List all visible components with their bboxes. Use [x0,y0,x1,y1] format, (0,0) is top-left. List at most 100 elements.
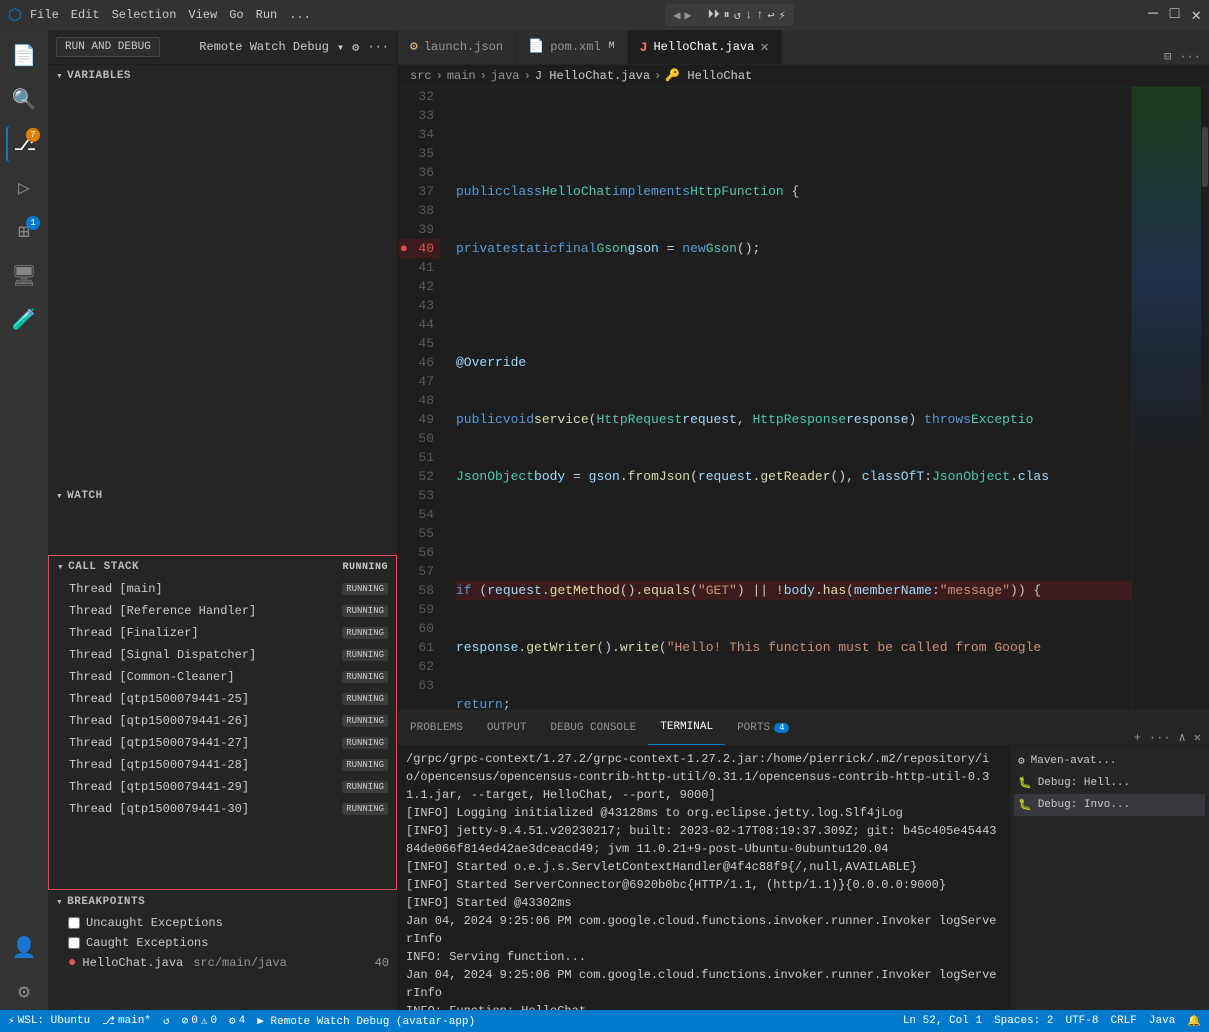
tab-pom-xml[interactable]: 📄 pom.xml M [516,30,628,64]
activity-run-debug[interactable]: ▷ [6,170,42,206]
panel-right-debug-invo[interactable]: 🐛 Debug: Invo... [1014,794,1205,816]
code-editor[interactable]: 32 33 34 35 36 37 38 39 ●40 41 42 43 44 … [398,87,1209,710]
status-sync[interactable]: ↺ [163,1014,170,1028]
status-language[interactable]: Java [1149,1015,1175,1027]
panel-more-icon[interactable]: ··· [1149,731,1171,745]
menu-view[interactable]: View [188,8,217,22]
panel-right-maven[interactable]: ⚙ Maven-avat... [1014,750,1205,772]
activity-remote-explorer[interactable]: 🖥 [6,258,42,294]
watch-header[interactable]: ▾ WATCH [48,485,397,507]
thread-main[interactable]: Thread [main] RUNNING [49,578,396,600]
debug-step-out-btn[interactable]: ↩ [767,8,774,23]
menu-more[interactable]: ... [289,8,311,22]
settings-gear[interactable]: ⚙ [352,40,359,55]
status-errors[interactable]: ⊘ 0 ⚠ 0 [182,1014,217,1028]
ln-38: 38 [398,201,440,220]
status-remote-debug[interactable]: ▶ Remote Watch Debug (avatar-app) [257,1014,475,1028]
bp-caught[interactable]: Caught Exceptions [48,933,397,953]
status-notifications[interactable]: 🔔 [1187,1014,1201,1028]
panel-tab-terminal[interactable]: TERMINAL [648,710,725,745]
window-controls: ─ □ ✕ [1148,5,1201,25]
activity-settings[interactable]: ⚙ [6,974,42,1010]
activity-testing[interactable]: 🧪 [6,302,42,338]
debug-invo-icon: 🐛 [1018,798,1032,812]
ln-44: 44 [398,315,440,334]
activity-search[interactable]: 🔍 [6,82,42,118]
code-line-37: public void service(HttpRequest request,… [456,410,1131,429]
panel-tab-problems[interactable]: PROBLEMS [398,710,475,745]
minimize-btn[interactable]: ─ [1148,5,1158,25]
config-dropdown[interactable]: ▾ [337,40,344,55]
more-tabs-icon[interactable]: ··· [1179,50,1201,64]
status-encoding[interactable]: UTF-8 [1065,1015,1098,1027]
status-spaces[interactable]: Spaces: 2 [994,1015,1053,1027]
variables-header[interactable]: ▾ VARIABLES [48,65,397,87]
thread-qtp-28[interactable]: Thread [qtp1500079441-28] RUNNING [49,754,396,776]
run-debug-button[interactable]: RUN AND DEBUG [56,37,160,57]
panel-right-debug-hell[interactable]: 🐛 Debug: Hell... [1014,772,1205,794]
status-eol[interactable]: CRLF [1110,1015,1136,1027]
debug-hot-reload-btn[interactable]: ⚡ [779,8,786,23]
ln-53: 53 [398,486,440,505]
terminal-line-7: Jan 04, 2024 9:25:06 PM com.google.cloud… [406,912,1001,948]
tab-hellochat-java[interactable]: J HelloChat.java ✕ [628,30,782,64]
thread-common-cleaner[interactable]: Thread [Common-Cleaner] RUNNING [49,666,396,688]
thread-qtp-29[interactable]: Thread [qtp1500079441-29] RUNNING [49,776,396,798]
scrollbar-thumb [1202,127,1208,187]
activity-source-control[interactable]: ⎇ 7 [6,126,42,162]
activity-account[interactable]: 👤 [6,930,42,966]
status-debug[interactable]: ⚙ 4 [229,1014,245,1028]
bp-hellochat[interactable]: ● HelloChat.java src/main/java 40 [48,953,397,973]
maximize-btn[interactable]: □ [1170,5,1180,25]
editor-scrollbar[interactable] [1201,87,1209,710]
status-cursor[interactable]: Ln 52, Col 1 [903,1015,982,1027]
split-editor-icon[interactable]: ⊟ [1164,49,1171,64]
tab-close-icon[interactable]: ✕ [760,39,768,56]
status-branch[interactable]: ⎇ main* [102,1014,151,1028]
bp-uncaught-checkbox[interactable] [68,917,80,929]
thread-qtp-25[interactable]: Thread [qtp1500079441-25] RUNNING [49,688,396,710]
menu-run[interactable]: Run [256,8,278,22]
status-wsl[interactable]: ⚡ WSL: Ubuntu [8,1014,90,1028]
nav-forward[interactable]: ▶ [684,8,691,23]
menu-file[interactable]: File [30,8,59,22]
breakpoints-header[interactable]: ▾ BREAKPOINTS [48,891,397,913]
ln-37: 37 [398,182,440,201]
thread-reference-handler[interactable]: Thread [Reference Handler] RUNNING [49,600,396,622]
ln-59: 59 [398,600,440,619]
thread-finalizer[interactable]: Thread [Finalizer] RUNNING [49,622,396,644]
debug-continue-btn[interactable]: ⏵⏵ [708,8,720,22]
terminal-line-10: INFO: Function: HelloChat [406,1002,1001,1010]
thread-signal-dispatcher[interactable]: Thread [Signal Dispatcher] RUNNING [49,644,396,666]
menu-go[interactable]: Go [229,8,243,22]
thread-qtp-30[interactable]: Thread [qtp1500079441-30] RUNNING [49,798,396,820]
breakpoints-title: BREAKPOINTS [67,896,145,908]
callstack-header[interactable]: ▾ CALL STACK Running [49,556,396,578]
thread-qtp-27[interactable]: Thread [qtp1500079441-27] RUNNING [49,732,396,754]
menu-edit[interactable]: Edit [71,8,100,22]
activity-explorer[interactable]: 📄 [6,38,42,74]
debug-step-over-btn[interactable]: ↓ [745,8,752,22]
activity-extensions[interactable]: ⊞ 1 [6,214,42,250]
terminal-content[interactable]: /grpc/grpc-context/1.27.2/grpc-context-1… [398,746,1009,1010]
panel-close-icon[interactable]: ✕ [1194,730,1201,745]
tab-launch-json[interactable]: ⚙ launch.json [398,30,516,64]
panel-tab-ports[interactable]: PORTS 4 [725,710,801,745]
debug-pause-btn[interactable]: ⏸ [724,8,730,22]
panel-tab-debug-console[interactable]: DEBUG CONSOLE [538,710,648,745]
panel-tab-output[interactable]: OUTPUT [475,710,539,745]
run-debug-label: RUN AND DEBUG [65,41,151,53]
menu-selection[interactable]: Selection [112,8,177,22]
bell-icon: 🔔 [1187,1014,1201,1028]
nav-back[interactable]: ◀ [673,8,680,23]
terminal-line-8: INFO: Serving function... [406,948,1001,966]
debug-restart-btn[interactable]: ↺ [734,8,741,23]
thread-qtp-26[interactable]: Thread [qtp1500079441-26] RUNNING [49,710,396,732]
bp-caught-checkbox[interactable] [68,937,80,949]
panel-collapse-icon[interactable]: ∧ [1179,730,1186,745]
bp-uncaught[interactable]: Uncaught Exceptions [48,913,397,933]
new-terminal-icon[interactable]: + [1134,731,1141,745]
more-options[interactable]: ··· [367,40,389,54]
close-btn[interactable]: ✕ [1191,5,1201,25]
debug-step-into-btn[interactable]: ↑ [756,8,763,22]
